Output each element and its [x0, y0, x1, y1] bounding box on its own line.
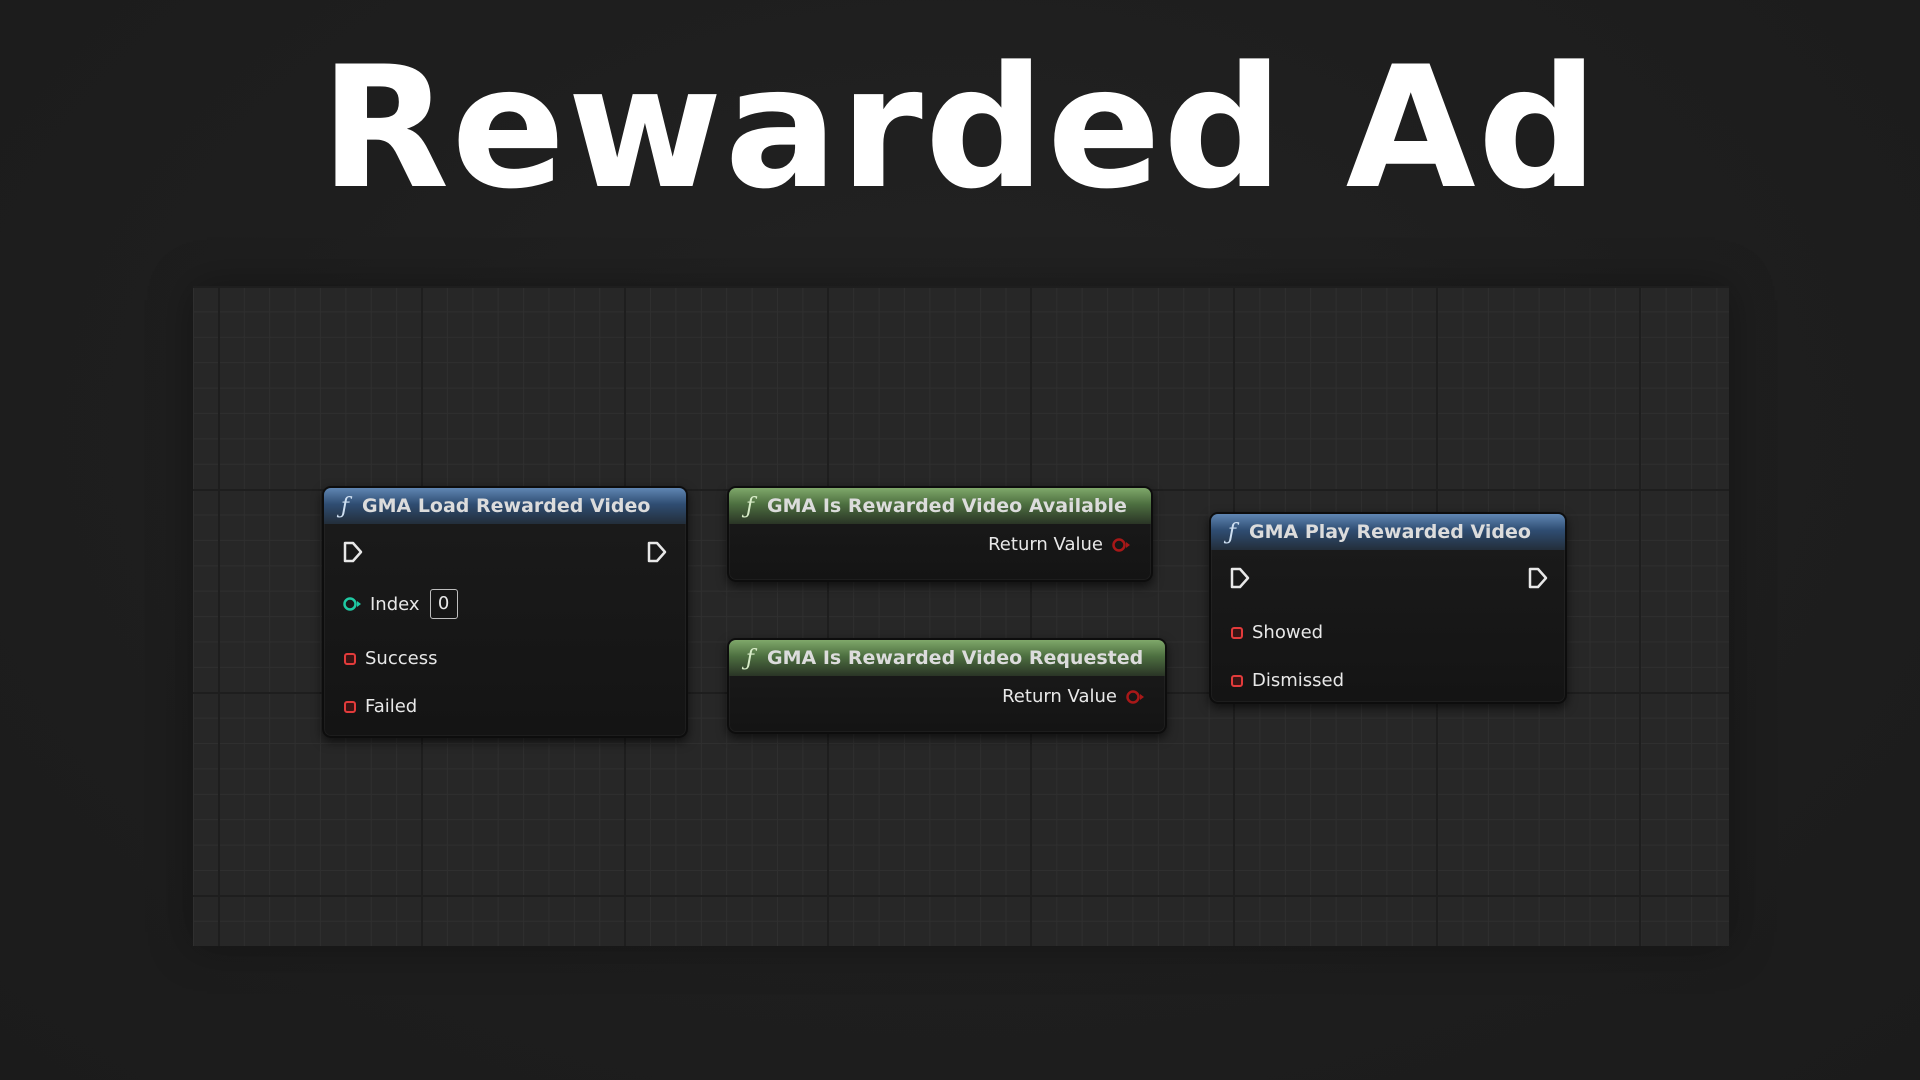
failed-pin-row: Failed — [344, 696, 417, 717]
showed-pin-row: Showed — [1231, 622, 1323, 643]
exec-input-pin-icon[interactable] — [342, 540, 364, 564]
node-is-rewarded-video-available[interactable]: ƒ GMA Is Rewarded Video Available Return… — [727, 486, 1153, 582]
success-pin-row: Success — [344, 648, 437, 669]
node-header[interactable]: ƒ GMA Is Rewarded Video Available — [729, 488, 1151, 524]
page-title: Rewarded Ad — [320, 30, 1600, 226]
return-value-label: Return Value — [988, 534, 1103, 555]
return-value-label: Return Value — [1002, 686, 1117, 707]
index-input-field[interactable]: 0 — [429, 589, 458, 619]
node-title: GMA Load Rewarded Video — [362, 495, 651, 517]
showed-label: Showed — [1252, 622, 1324, 643]
node-title: GMA Is Rewarded Video Requested — [767, 647, 1144, 669]
index-pin-row: Index 0 — [342, 588, 458, 620]
function-icon: ƒ — [340, 493, 350, 519]
delegate-pin-icon[interactable] — [1231, 626, 1243, 639]
boolean-pin-icon[interactable] — [1125, 689, 1147, 705]
failed-label: Failed — [365, 696, 418, 717]
delegate-pin-icon[interactable] — [344, 700, 356, 713]
integer-pin-icon[interactable] — [342, 596, 362, 612]
node-header[interactable]: ƒ GMA Is Rewarded Video Requested — [729, 640, 1165, 676]
exec-output-pin-icon[interactable] — [646, 540, 668, 564]
success-label: Success — [365, 648, 438, 669]
function-icon: ƒ — [745, 493, 755, 519]
node-header[interactable]: ƒ GMA Play Rewarded Video — [1211, 514, 1565, 550]
delegate-pin-icon[interactable] — [344, 652, 356, 665]
index-label: Index — [370, 593, 420, 615]
node-load-rewarded-video[interactable]: ƒ GMA Load Rewarded Video Index 0 Succes… — [322, 486, 688, 738]
node-title: GMA Play Rewarded Video — [1249, 521, 1531, 543]
blueprint-graph-canvas[interactable]: ƒ GMA Load Rewarded Video Index 0 Succes… — [193, 286, 1729, 946]
node-header[interactable]: ƒ GMA Load Rewarded Video — [324, 488, 686, 524]
delegate-pin-icon[interactable] — [1231, 674, 1243, 687]
node-play-rewarded-video[interactable]: ƒ GMA Play Rewarded Video Showed Dismiss… — [1209, 512, 1567, 704]
return-value-pin-row: Return Value — [1002, 686, 1147, 707]
function-icon: ƒ — [1227, 519, 1237, 545]
function-icon: ƒ — [745, 645, 755, 671]
node-is-rewarded-video-requested[interactable]: ƒ GMA Is Rewarded Video Requested Return… — [727, 638, 1167, 734]
boolean-pin-icon[interactable] — [1111, 537, 1133, 553]
dismissed-pin-row: Dismissed — [1231, 670, 1344, 691]
dismissed-label: Dismissed — [1252, 670, 1345, 691]
exec-input-pin-icon[interactable] — [1229, 566, 1251, 590]
node-title: GMA Is Rewarded Video Available — [767, 495, 1127, 517]
exec-output-pin-icon[interactable] — [1527, 566, 1549, 590]
return-value-pin-row: Return Value — [988, 534, 1133, 555]
